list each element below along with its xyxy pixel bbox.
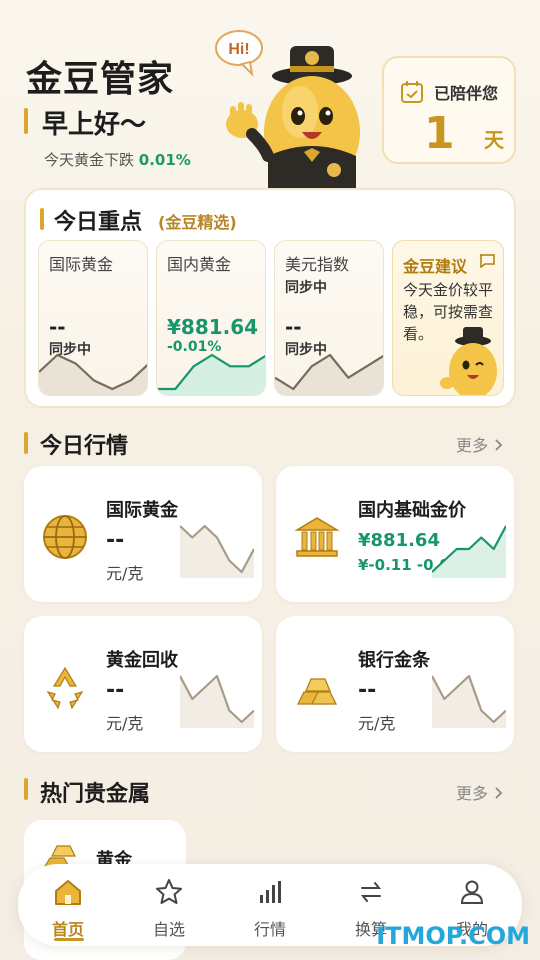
market-item-unit: 元/克 xyxy=(106,714,144,733)
market-item-name: 银行金条 xyxy=(358,650,430,671)
market-accent-bar xyxy=(24,432,28,454)
key-item-sparkline xyxy=(39,353,147,395)
market-sparkline xyxy=(432,674,506,728)
key-item-domestic-gold[interactable]: 国内黄金 ¥881.64 -0.01% xyxy=(156,240,266,396)
greeting-accent-bar xyxy=(24,108,28,134)
key-item-status: 同步中 xyxy=(285,280,327,296)
key-item-sparkline xyxy=(157,353,265,395)
market-more-label: 更多 xyxy=(456,436,489,455)
bar-chart-icon xyxy=(260,881,281,903)
key-item-name: 国内黄金 xyxy=(167,255,232,274)
key-points-subtitle: (金豆精选) xyxy=(158,213,237,232)
market-card-gold-recycle[interactable]: 黄金回收 -- 元/克 xyxy=(24,616,262,752)
market-item-name: 黄金回收 xyxy=(106,650,178,671)
key-item-value: -- xyxy=(49,315,66,339)
watermark: ITMOP.COM xyxy=(376,922,530,950)
key-points-accent-bar xyxy=(40,208,44,230)
app-title: 金豆管家 xyxy=(26,59,175,100)
trend-prefix: 今天黄金下跌 xyxy=(44,151,135,169)
nav-home[interactable]: 首页 xyxy=(28,878,108,940)
recycle-icon xyxy=(46,666,84,710)
globe-icon xyxy=(43,515,87,559)
sparkline-area xyxy=(432,526,506,578)
hot-metals-more-link[interactable]: 更多 xyxy=(456,780,503,804)
user-icon xyxy=(460,880,484,904)
advice-title: 金豆建议 xyxy=(403,257,468,276)
sparkline-area xyxy=(39,355,147,395)
market-sparkline xyxy=(180,674,254,728)
advice-card[interactable]: 金豆建议 今天金价较平稳，可按需查看。 xyxy=(392,240,504,396)
hot-metals-title: 热门贵金属 xyxy=(40,782,151,807)
gold-bars-icon xyxy=(296,678,338,705)
key-item-intl-gold[interactable]: 国际黄金 -- 同步中 xyxy=(38,240,148,396)
mascot-illustration: Hi! xyxy=(212,28,380,188)
exchange-icon xyxy=(360,882,382,902)
companion-label: 已陪伴您 xyxy=(434,84,499,103)
market-item-value: -- xyxy=(358,678,377,703)
mascot-bubble-text: Hi! xyxy=(228,41,249,58)
nav-label: 行情 xyxy=(253,920,286,939)
key-item-name: 美元指数 xyxy=(285,255,350,274)
nav-label: 自选 xyxy=(152,920,185,939)
home-icon xyxy=(55,880,81,905)
companion-days-unit: 天 xyxy=(484,128,504,152)
key-points-card: 今日重点 (金豆精选) 国际黄金 -- 同步中 国内黄金 ¥881.64 -0.… xyxy=(24,188,516,408)
market-more-link[interactable]: 更多 xyxy=(456,432,503,456)
key-item-sparkline xyxy=(275,353,383,395)
hot-metals-accent-bar xyxy=(24,778,28,800)
mascot-small-icon xyxy=(440,327,497,395)
message-icon xyxy=(480,254,495,268)
bank-icon xyxy=(294,517,340,557)
key-item-value: -- xyxy=(285,315,302,339)
hot-metals-more-label: 更多 xyxy=(456,784,489,803)
market-sparkline xyxy=(180,524,254,578)
market-card-bank-bars[interactable]: 银行金条 -- 元/克 xyxy=(276,616,514,752)
nav-market[interactable]: 行情 xyxy=(230,878,310,940)
key-item-name: 国际黄金 xyxy=(49,255,114,274)
key-points-title: 今日重点 xyxy=(54,210,143,235)
market-item-value: ¥881.64 xyxy=(358,530,440,551)
market-card-domestic-base-price[interactable]: 国内基础金价 ¥881.64 ¥-0.11 -0.01% xyxy=(276,466,514,602)
trend-percent: 0.01% xyxy=(138,151,191,169)
calendar-icon xyxy=(401,81,423,103)
chevron-right-icon xyxy=(495,787,503,799)
market-item-value: -- xyxy=(106,528,125,553)
star-icon xyxy=(156,879,182,904)
companion-days-card: 已陪伴您 1 天 xyxy=(382,56,516,164)
nav-favorites[interactable]: 自选 xyxy=(129,878,209,940)
nav-label: 首页 xyxy=(51,920,84,939)
key-item-value: ¥881.64 xyxy=(167,315,259,339)
market-card-intl-gold[interactable]: 国际黄金 -- 元/克 xyxy=(24,466,262,602)
companion-days-number: 1 xyxy=(424,108,455,159)
greeting-text: 早上好～ xyxy=(42,110,147,140)
market-item-unit: 元/克 xyxy=(358,714,396,733)
chevron-right-icon xyxy=(495,439,503,451)
market-section-title: 今日行情 xyxy=(40,434,129,459)
today-trend-text: 今天黄金下跌 0.01% xyxy=(44,149,191,170)
key-item-usd-index[interactable]: 美元指数 同步中 -- 同步中 xyxy=(274,240,384,396)
market-item-name: 国内基础金价 xyxy=(358,500,466,521)
market-sparkline xyxy=(432,525,506,578)
market-item-name: 国际黄金 xyxy=(106,500,178,521)
nav-active-indicator xyxy=(54,938,84,941)
market-item-value: -- xyxy=(106,678,125,703)
market-item-unit: 元/克 xyxy=(106,564,144,583)
